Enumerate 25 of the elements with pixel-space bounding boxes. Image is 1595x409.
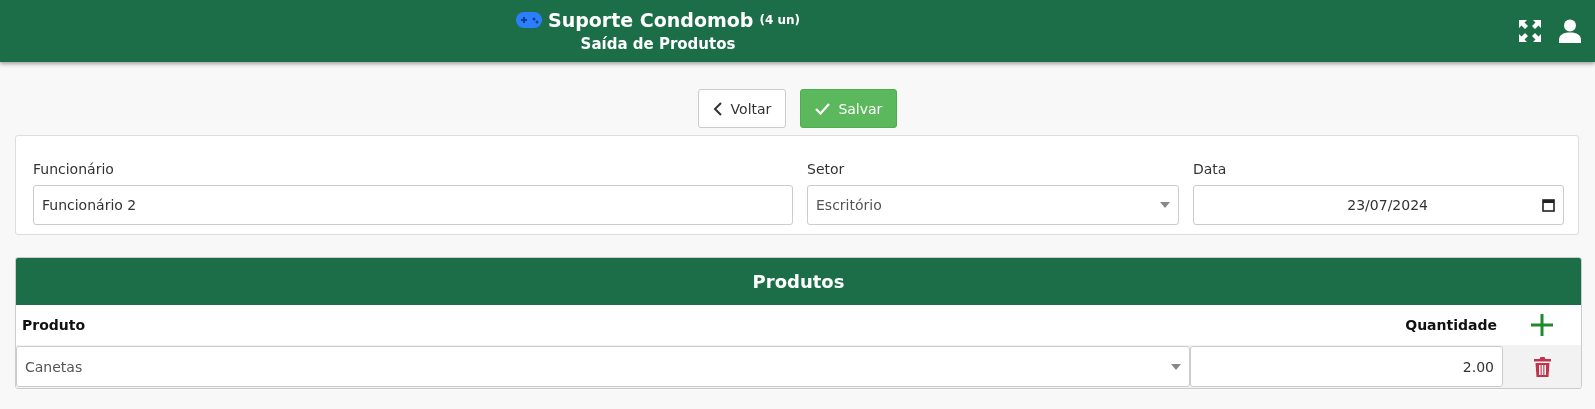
field-label: Setor [807, 161, 846, 177]
check-icon [815, 102, 831, 115]
unit-count: (4 un) [759, 13, 801, 27]
calendar-icon[interactable] [1542, 198, 1555, 212]
user-icon[interactable] [1559, 19, 1581, 43]
page-title: Saída de Produtos [580, 35, 736, 53]
quantity-field[interactable]: 2.00 [1190, 346, 1503, 387]
field-label: Funcionário [33, 161, 115, 177]
panel-title: Produtos [16, 258, 1581, 305]
column-header: Produto [21, 317, 87, 333]
caret-icon [1171, 363, 1181, 370]
add-icon[interactable] [1531, 314, 1553, 336]
date-field[interactable]: 23/07/2024 [1193, 185, 1564, 225]
column-header: Quantidade [1404, 317, 1498, 333]
trash-icon[interactable] [1533, 356, 1551, 377]
chevron-left-icon [712, 101, 723, 116]
field-label: Data [1193, 161, 1228, 177]
back-button[interactable]: Voltar [697, 89, 787, 128]
input-field[interactable]: Funcionário 2 [33, 185, 793, 225]
select-field[interactable]: Escritório [807, 185, 1179, 225]
fullscreen-icon[interactable] [1519, 20, 1541, 42]
app-title: Suporte Condomob [548, 9, 754, 31]
product-select[interactable]: Canetas [16, 346, 1190, 387]
caret-icon [1160, 202, 1170, 208]
gamepad-icon [516, 12, 542, 28]
